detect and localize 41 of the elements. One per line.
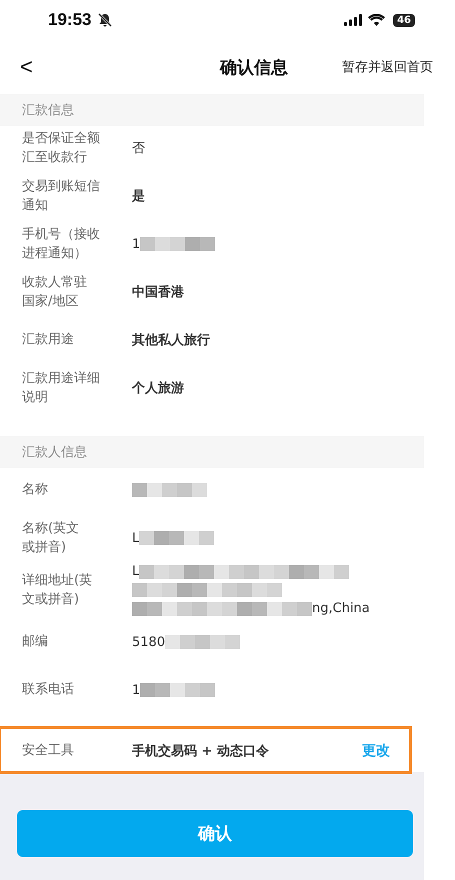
wifi-icon (368, 14, 386, 26)
field-label: 文或拼音) (22, 591, 80, 609)
field-value: 手机交易码 + 动态口令 (132, 742, 270, 760)
back-button[interactable]: < (20, 54, 33, 80)
field-label: 说明 (22, 389, 48, 407)
field-label: 交易到账短信 (22, 178, 100, 196)
field-label: 汇至收款行 (22, 149, 87, 167)
field-value: ng,China (312, 601, 370, 616)
field-value: 否 (132, 140, 145, 157)
field-label: 汇款用途详细 (22, 370, 100, 388)
field-label: 国家/地区 (22, 293, 78, 311)
field-value: 其他私人旅行 (132, 332, 210, 349)
section-title: 汇款信息 (22, 102, 74, 119)
field-label: 联系电话 (22, 681, 74, 700)
section-title: 汇款人信息 (22, 444, 87, 461)
field-label: 名称(英文 (22, 520, 80, 538)
field-label: 邮编 (22, 633, 48, 652)
field-value: 5180 (132, 634, 166, 650)
signal-icon (344, 14, 362, 26)
field-value: 中国香港 (132, 284, 184, 301)
field-value: 1 (132, 682, 140, 698)
field-label: 通知 (22, 197, 48, 215)
field-value: L (132, 530, 140, 546)
battery-level: 46 (393, 14, 415, 26)
field-value: 个人旅游 (132, 380, 184, 397)
field-value: 是 (132, 188, 145, 205)
field-label: 进程通知） (22, 245, 87, 263)
field-label: 或拼音) (22, 539, 66, 557)
page-title: 确认信息 (218, 56, 289, 78)
status-time: 19:53 (48, 10, 92, 30)
field-label: 是否保证全额 (22, 130, 100, 148)
bell-muted-icon (97, 12, 114, 28)
field-label: 详细地址(英 (22, 572, 92, 590)
field-label: 安全工具 (22, 742, 75, 760)
save-and-return-link[interactable]: 暂存并返回首页 (342, 58, 433, 76)
field-label: 手机号（接收 (22, 226, 100, 244)
field-label: 名称 (22, 481, 48, 500)
field-label: 汇款用途 (22, 331, 74, 350)
field-value: 1 (132, 236, 140, 252)
field-value: L (132, 564, 140, 579)
field-label: 收款人常驻 (22, 274, 87, 292)
